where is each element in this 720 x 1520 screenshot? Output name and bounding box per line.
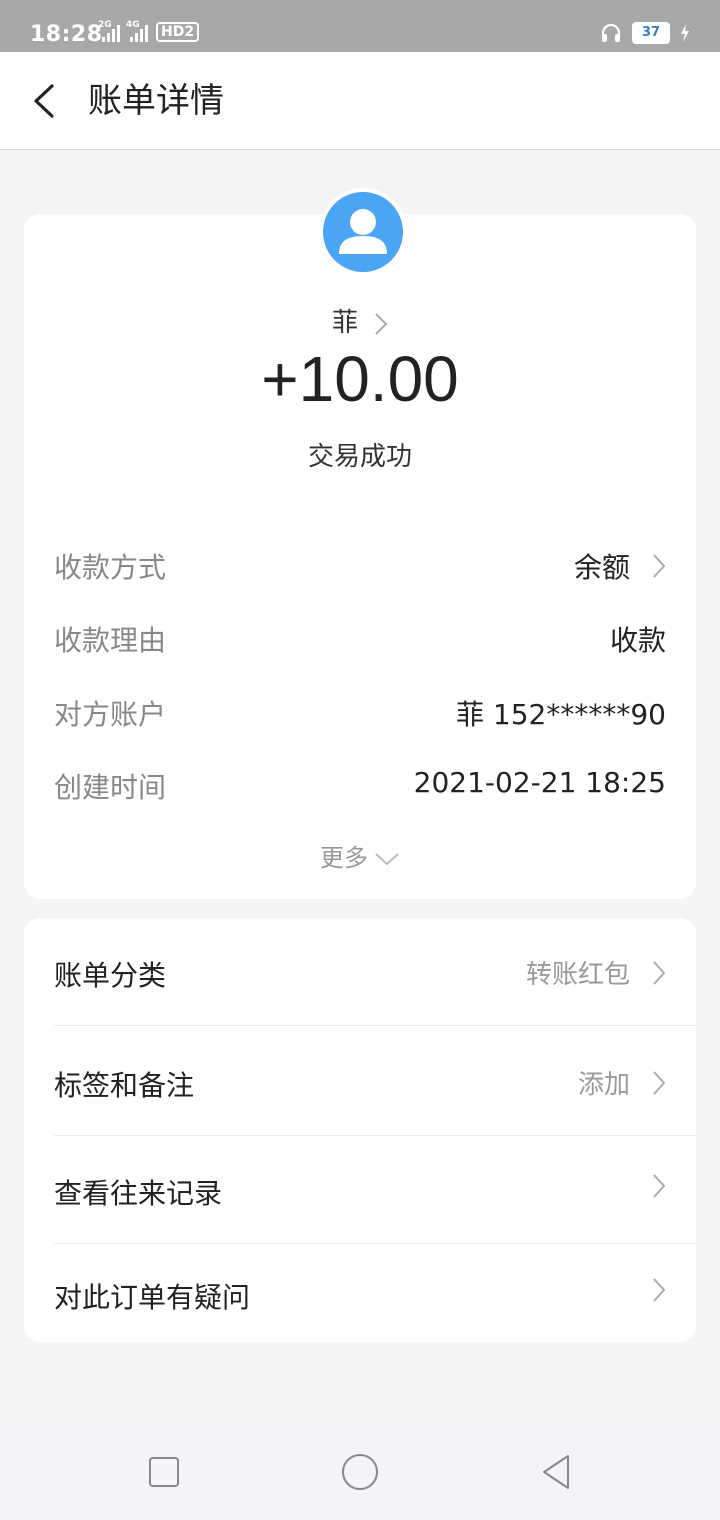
charging-icon bbox=[681, 24, 689, 42]
right-status: 37 bbox=[600, 22, 690, 44]
detail-value: 菲 152******90 bbox=[456, 698, 666, 731]
actions-card: 账单分类 转账红包 标签和备注 添加 查看往来记录 对此订单有疑问 bbox=[24, 918, 696, 1342]
action-bill-category[interactable]: 账单分类 转账红包 bbox=[54, 918, 696, 1026]
chevron-right-icon bbox=[375, 312, 388, 335]
detail-row-reason: 收款理由 收款 bbox=[54, 619, 666, 659]
action-value: 添加 bbox=[577, 1070, 630, 1100]
action-tags-notes[interactable]: 标签和备注 添加 bbox=[54, 1028, 696, 1136]
status-time: 18:28 bbox=[30, 22, 103, 47]
signal-group: 2G 4G HD2 bbox=[98, 20, 200, 42]
battery-level: 37 bbox=[641, 25, 661, 40]
chevron-down-icon bbox=[375, 853, 399, 866]
chevron-right-icon bbox=[653, 1174, 666, 1198]
detail-value: 2021-02-21 18:25 bbox=[413, 766, 666, 799]
detail-row-payment-method[interactable]: 收款方式 余额 bbox=[54, 546, 666, 586]
more-label: 更多 bbox=[320, 844, 368, 872]
action-label: 查看往来记录 bbox=[54, 1177, 223, 1210]
divider bbox=[54, 1025, 696, 1026]
signal-2g-icon: 2G bbox=[98, 20, 120, 42]
detail-value: 收款 bbox=[609, 624, 666, 657]
signal-4g-icon: 4G bbox=[126, 20, 148, 42]
chevron-right-icon bbox=[653, 1070, 666, 1095]
transaction-status: 交易成功 bbox=[307, 442, 412, 472]
action-view-history[interactable]: 查看往来记录 bbox=[54, 1136, 696, 1244]
action-order-question[interactable]: 对此订单有疑问 bbox=[54, 1240, 696, 1348]
counterparty-name: 菲 bbox=[331, 308, 358, 338]
nav-back-button[interactable] bbox=[536, 1452, 576, 1492]
status-bar: 18:28 2G 4G HD2 37 bbox=[0, 0, 720, 52]
circle-icon bbox=[342, 1454, 378, 1490]
user-icon bbox=[339, 209, 387, 254]
page-title: 账单详情 bbox=[88, 81, 224, 121]
detail-row-created-time: 创建时间 2021-02-21 18:25 bbox=[54, 766, 666, 806]
counterparty-name-row[interactable]: 菲 bbox=[24, 302, 696, 339]
system-nav-bar bbox=[0, 1424, 720, 1520]
headset-icon bbox=[601, 23, 621, 42]
action-label: 账单分类 bbox=[54, 959, 167, 992]
action-value: 转账红包 bbox=[525, 960, 630, 990]
nav-recent-button[interactable] bbox=[144, 1452, 184, 1492]
chevron-right-icon bbox=[653, 1278, 666, 1302]
detail-label: 收款理由 bbox=[54, 624, 167, 657]
triangle-back-icon bbox=[543, 1455, 569, 1489]
action-label: 标签和备注 bbox=[54, 1069, 195, 1102]
transaction-card: 菲 +10.00 交易成功 收款方式 余额 收款理由 收款 对方账户 菲 152… bbox=[24, 188, 696, 899]
action-label: 对此订单有疑问 bbox=[54, 1281, 251, 1314]
detail-label: 收款方式 bbox=[54, 551, 167, 584]
more-button[interactable]: 更多 bbox=[24, 838, 696, 873]
amount: +10.00 bbox=[261, 343, 459, 415]
avatar[interactable] bbox=[319, 188, 407, 276]
detail-row-account: 对方账户 菲 152******90 bbox=[54, 693, 666, 733]
hd-badge: HD2 bbox=[156, 22, 200, 42]
square-icon bbox=[149, 1457, 179, 1487]
chevron-right-icon bbox=[653, 554, 666, 578]
app-header: 账单详情 bbox=[0, 52, 720, 150]
nav-home-button[interactable] bbox=[340, 1452, 380, 1492]
battery-icon: 37 bbox=[632, 22, 670, 44]
detail-label: 对方账户 bbox=[54, 698, 167, 731]
detail-value: 余额 bbox=[573, 551, 630, 584]
detail-label: 创建时间 bbox=[54, 771, 167, 804]
back-button[interactable] bbox=[26, 78, 66, 124]
chevron-right-icon bbox=[653, 960, 666, 985]
